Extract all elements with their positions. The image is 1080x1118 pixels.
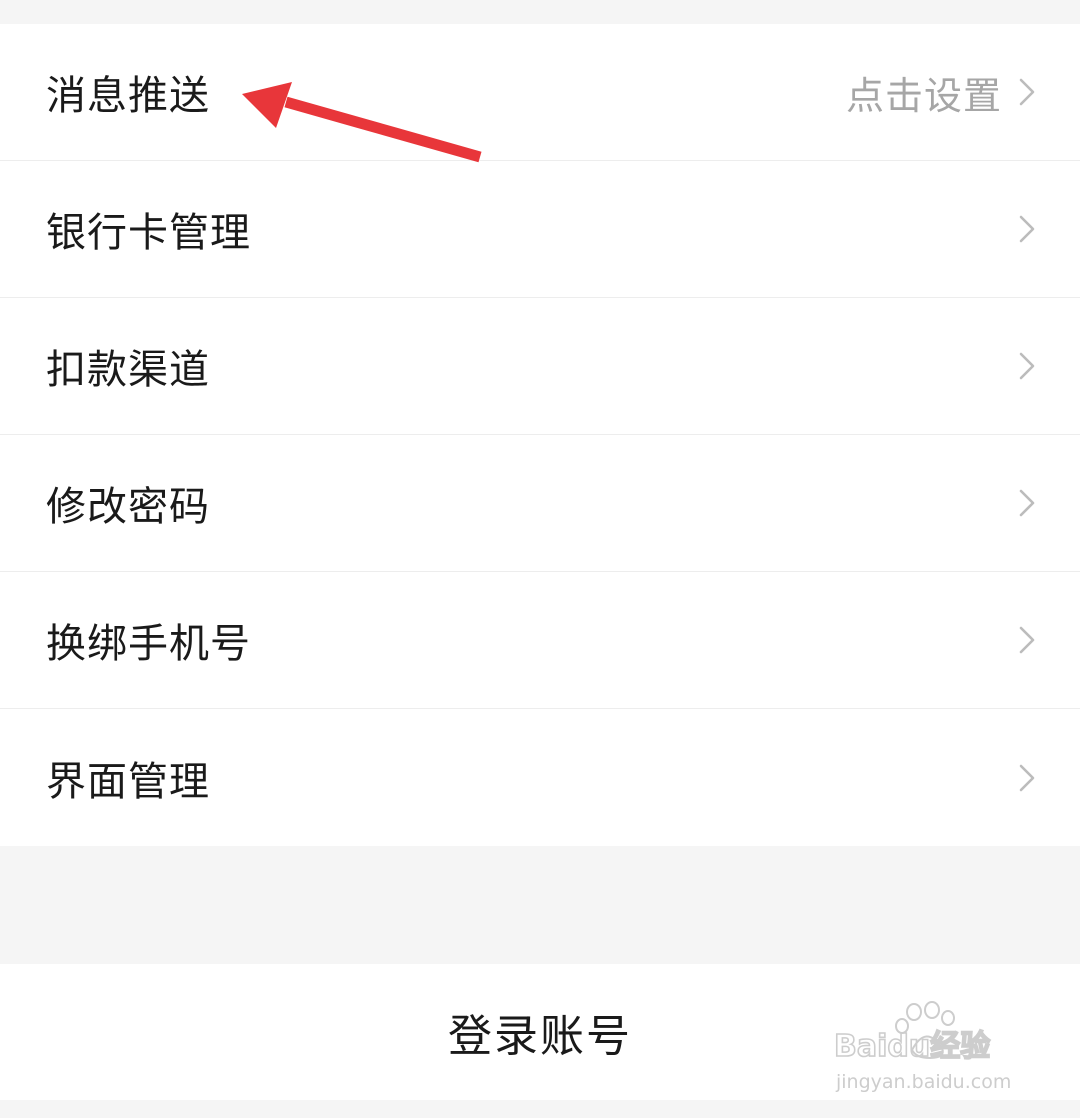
settings-row-change-phone[interactable]: 换绑手机号 <box>0 572 1080 709</box>
login-account-button[interactable]: 登录账号 <box>0 964 1080 1100</box>
settings-row-label: 换绑手机号 <box>46 621 251 667</box>
chevron-right-icon <box>1019 78 1035 106</box>
settings-row-message-push[interactable]: 消息推送 点击设置 <box>0 24 1080 161</box>
settings-screen: 消息推送 点击设置 银行卡管理 扣款渠道 修改密码 换绑手机号 界面管理 登录账… <box>0 0 1080 1118</box>
settings-row-change-password[interactable]: 修改密码 <box>0 435 1080 572</box>
settings-row-payment-channel[interactable]: 扣款渠道 <box>0 298 1080 435</box>
login-account-label: 登录账号 <box>448 1011 632 1062</box>
chevron-right-icon <box>1019 764 1035 791</box>
settings-row-interface[interactable]: 界面管理 <box>0 709 1080 846</box>
settings-list: 消息推送 点击设置 银行卡管理 扣款渠道 修改密码 换绑手机号 界面管理 <box>0 24 1080 846</box>
settings-row-value: 点击设置 <box>845 73 1002 118</box>
settings-row-label: 银行卡管理 <box>46 210 251 256</box>
settings-row-label: 修改密码 <box>46 484 210 530</box>
settings-row-label: 消息推送 <box>46 73 210 119</box>
chevron-right-icon <box>1019 626 1035 654</box>
settings-row-label: 扣款渠道 <box>46 347 210 393</box>
settings-row-label: 界面管理 <box>46 758 210 805</box>
chevron-right-icon <box>1019 352 1035 380</box>
chevron-right-icon <box>1019 215 1035 243</box>
settings-row-bank-card[interactable]: 银行卡管理 <box>0 161 1080 298</box>
chevron-right-icon <box>1019 489 1035 517</box>
